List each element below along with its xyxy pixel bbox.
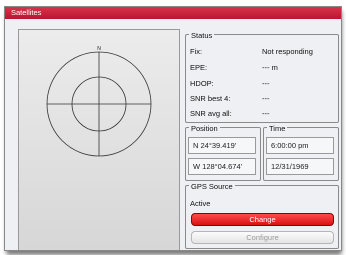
configure-button[interactable]: Configure — [191, 231, 334, 244]
sky-view-graphic: N — [46, 46, 152, 157]
gps-source-title: GPS Source — [189, 182, 235, 191]
position-group: Position N 24°39.419' W 128°04.674' — [185, 124, 261, 181]
hdop-label: HDOP: — [190, 79, 214, 88]
hdop-value: --- — [262, 79, 270, 88]
title-bar: Satellites — [5, 7, 341, 19]
gps-source-group: GPS Source Active Change Configure — [185, 182, 339, 249]
active-label: Active — [190, 199, 211, 208]
change-button[interactable]: Change — [191, 213, 334, 226]
epe-value: --- m — [262, 63, 278, 72]
fix-value: Not responding — [262, 47, 313, 56]
status-title: Status — [189, 31, 215, 40]
snr-best-label: SNR best 4: — [190, 94, 231, 103]
window-title: Satellites — [11, 8, 42, 17]
latitude-field: N 24°39.419' — [188, 137, 256, 154]
time-group: Time 6:00:00 pm 12/31/1969 — [263, 124, 339, 181]
north-label: N — [97, 46, 101, 52]
time-title: Time — [267, 124, 288, 133]
satellites-dialog: Satellites N Status Fix: Not responding … — [4, 6, 342, 251]
longitude-field: W 128°04.674' — [188, 158, 256, 175]
snr-best-value: --- — [262, 94, 270, 103]
sky-view-plot: N — [18, 29, 180, 250]
time-field: 6:00:00 pm — [266, 137, 334, 154]
date-field: 12/31/1969 — [266, 158, 334, 175]
position-title: Position — [189, 124, 220, 133]
epe-label: EPE: — [190, 63, 208, 72]
snr-avg-label: SNR avg all: — [190, 109, 232, 118]
fix-label: Fix: — [190, 47, 203, 56]
status-group: Status Fix: Not responding EPE: --- m HD… — [185, 31, 339, 123]
snr-avg-value: --- — [262, 109, 270, 118]
